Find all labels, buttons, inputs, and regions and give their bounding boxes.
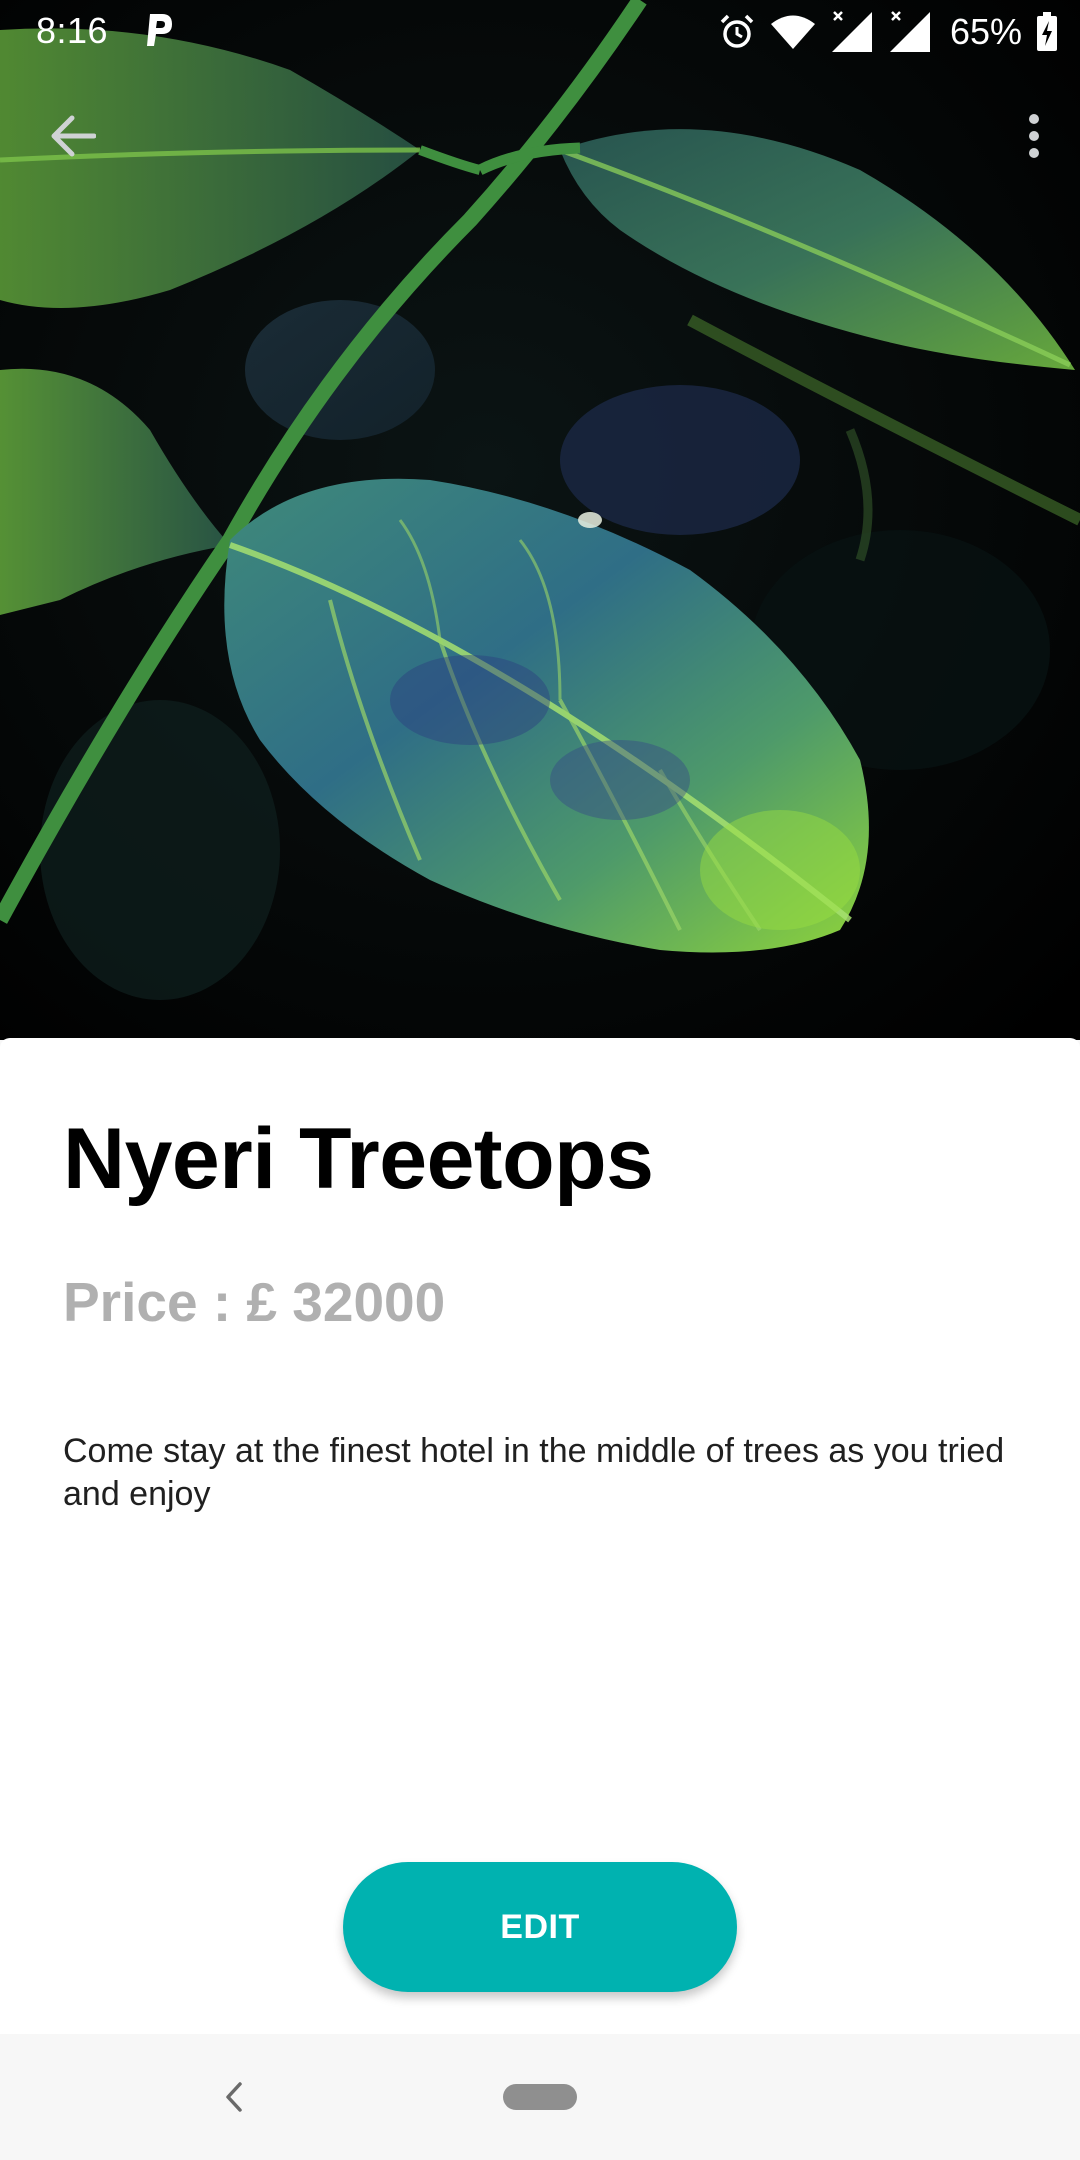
signal-icon: [889, 11, 930, 52]
nav-home-pill[interactable]: [503, 2084, 577, 2110]
status-time: 8:16: [36, 10, 109, 51]
edit-button[interactable]: EDIT: [343, 1862, 737, 1992]
wifi-icon: [770, 15, 815, 49]
listing-detail-screen: 8:16 65% Nyeri Treetops Price: £ 32000 …: [0, 0, 1080, 2160]
alarm-icon: [720, 14, 754, 48]
battery-charging-icon: [1037, 12, 1057, 51]
app-bar: [0, 96, 1080, 176]
parking-app-icon: [147, 14, 172, 46]
system-nav-bar: [0, 2034, 1080, 2160]
battery-percent: 65%: [949, 11, 1022, 52]
arrow-back-icon: [51, 115, 96, 157]
listing-price: Price : £ 32000: [63, 1271, 446, 1333]
status-icons: 65%: [718, 6, 1058, 58]
chevron-left-icon: [226, 2082, 242, 2112]
nav-back-button[interactable]: [212, 2074, 256, 2120]
listing-title: Nyeri Treetops: [63, 1111, 654, 1207]
signal-icon: [831, 11, 872, 52]
back-button[interactable]: [40, 108, 104, 164]
listing-description: Come stay at the finest hotel in the mid…: [63, 1432, 1005, 1513]
status-bar: 8:16 65%: [0, 0, 1080, 64]
more-vert-icon: [1029, 114, 1039, 158]
more-options-button[interactable]: [1014, 108, 1054, 164]
